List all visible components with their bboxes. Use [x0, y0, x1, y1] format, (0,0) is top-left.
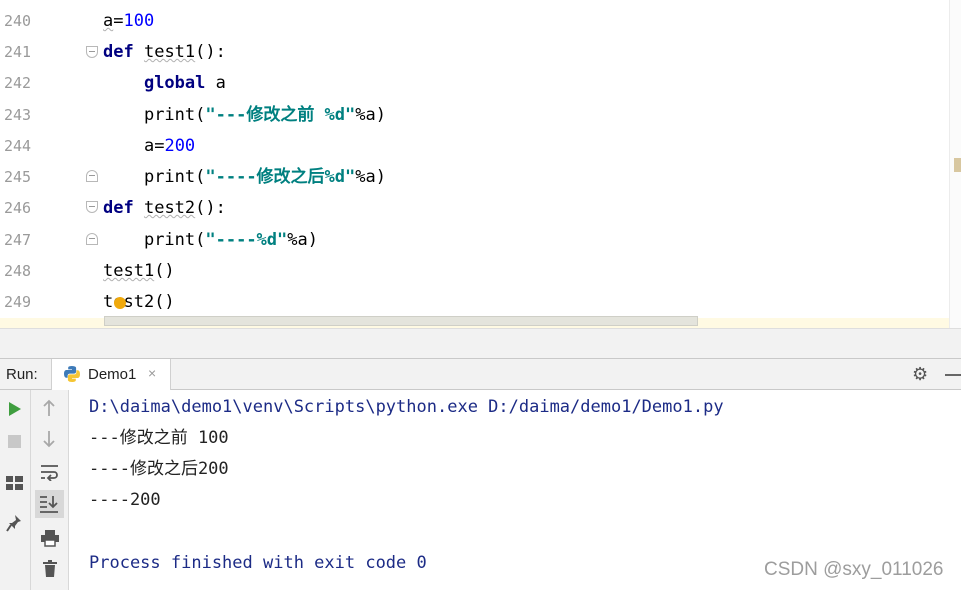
python-icon [64, 366, 80, 382]
code-token: test2 [143, 198, 196, 218]
code-token: (): [195, 198, 226, 218]
code-token: "----修改之后%d" [205, 167, 356, 187]
code-token: global [143, 73, 206, 93]
code-line: def test2(): [103, 193, 226, 224]
code-token: a [205, 73, 226, 93]
soft-wrap-icon[interactable] [40, 463, 60, 481]
console-output-line: ----200 [89, 490, 161, 510]
code-token: %a) [355, 105, 386, 125]
line-number-gutter: 240 241 242 243 244 245 246 247 248 249 [0, 0, 84, 328]
trash-icon[interactable] [42, 560, 58, 578]
line-number: 247 [4, 231, 32, 249]
run-label: Run: [6, 366, 38, 383]
code-token: a [143, 136, 155, 156]
fold-marker-icon[interactable] [86, 170, 98, 182]
code-token: print( [143, 230, 206, 250]
code-token: () [154, 292, 175, 312]
code-line: print("----%d"%a) [103, 225, 318, 256]
panel-splitter[interactable] [0, 328, 961, 359]
fold-marker-icon[interactable] [86, 201, 98, 213]
line-number: 248 [4, 262, 32, 280]
close-icon[interactable]: × [148, 365, 156, 381]
code-token: () [154, 261, 175, 281]
fold-marker-icon[interactable] [86, 46, 98, 58]
code-line: a=200 [103, 131, 195, 162]
code-token: = [113, 11, 124, 31]
code-token: = [154, 136, 165, 156]
code-token: %a) [355, 167, 386, 187]
scroll-to-end-toggle[interactable] [35, 490, 64, 518]
print-icon[interactable] [40, 529, 60, 547]
code-token: print( [143, 167, 206, 187]
fold-marker-icon[interactable] [86, 233, 98, 245]
code-token: def [103, 42, 134, 62]
code-token: def [103, 198, 134, 218]
code-line: test1() [103, 256, 175, 287]
scroll-to-end-icon [40, 496, 58, 513]
line-number: 241 [4, 43, 32, 61]
watermark: CSDN @sxy_011026 [764, 559, 944, 580]
run-panel-header: Run: Demo1 × ⚙ [0, 358, 961, 390]
code-token: 100 [123, 11, 155, 31]
stop-icon[interactable] [8, 435, 21, 448]
line-number: 244 [4, 137, 32, 155]
code-line: global a [103, 68, 226, 99]
code-token: "---修改之前 %d" [205, 105, 356, 125]
code-token: 200 [164, 136, 196, 156]
line-number: 240 [4, 12, 32, 30]
code-token: print( [143, 105, 206, 125]
run-icon[interactable] [8, 401, 22, 417]
tab-label: Demo1 [88, 366, 137, 383]
arrow-up-icon[interactable] [42, 399, 56, 417]
code-line: print("----修改之后%d"%a) [103, 162, 386, 193]
code-line: def test1(): [103, 37, 226, 68]
code-token: "----%d" [205, 230, 288, 250]
code-token: (): [195, 42, 226, 62]
line-number: 242 [4, 74, 32, 92]
code-line: print("---修改之前 %d"%a) [103, 100, 386, 131]
horizontal-scrollbar[interactable] [104, 316, 698, 326]
process-finished-line: Process finished with exit code 0 [89, 553, 427, 573]
line-number: 245 [4, 168, 32, 186]
code-token: test1 [103, 261, 155, 281]
pin-icon[interactable] [6, 514, 22, 532]
code-token: a [103, 11, 114, 31]
line-number: 246 [4, 199, 32, 217]
console-output-line: ----修改之后200 [89, 459, 229, 479]
scroll-marker [954, 158, 961, 172]
code-token: %a) [287, 230, 318, 250]
layout-icon[interactable] [6, 476, 23, 490]
line-number: 243 [4, 106, 32, 124]
code-line: a=100 [103, 6, 154, 37]
code-editor[interactable]: 240 241 242 243 244 245 246 247 248 249 … [0, 0, 961, 328]
console-output-line: ---修改之前 100 [89, 428, 229, 448]
line-number: 249 [4, 293, 32, 311]
lightbulb-icon[interactable] [114, 297, 126, 309]
tab-demo1[interactable]: Demo1 × [51, 359, 171, 390]
code-token: test1 [143, 42, 196, 62]
code-token: test2 [103, 292, 155, 312]
arrow-down-icon[interactable] [42, 430, 56, 448]
gear-icon[interactable]: ⚙ [912, 364, 928, 385]
minimize-icon[interactable] [945, 374, 961, 376]
console-command-line: D:\daima\demo1\venv\Scripts\python.exe D… [89, 397, 724, 417]
run-toolbar-left [0, 390, 31, 590]
run-toolbar-right [31, 390, 69, 590]
